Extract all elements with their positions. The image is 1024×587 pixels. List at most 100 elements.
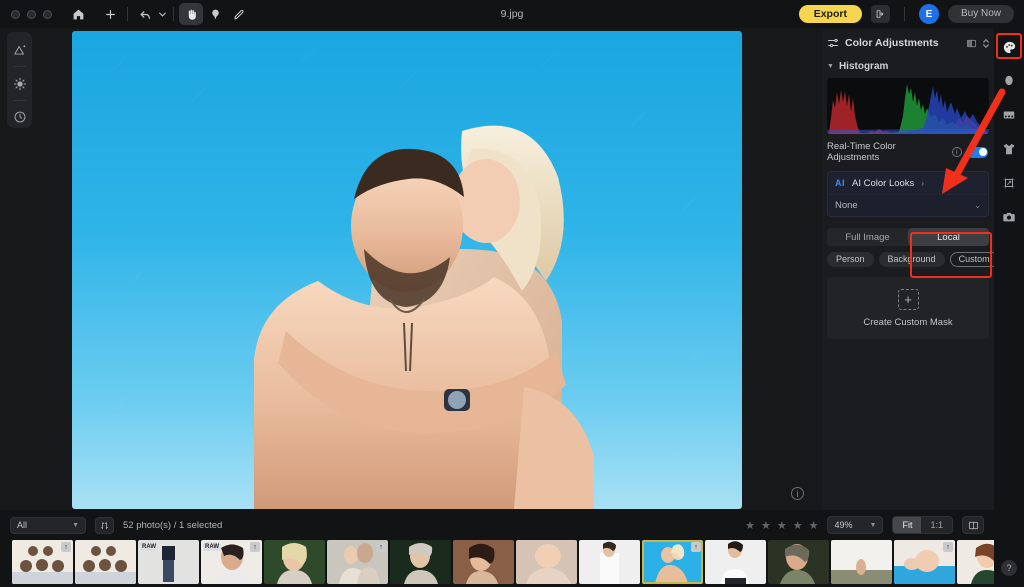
left-rail-divider-2	[13, 100, 26, 101]
history-icon[interactable]	[9, 107, 31, 128]
star-icon[interactable]: ★	[745, 519, 755, 532]
tab-local[interactable]: Local	[908, 228, 989, 246]
histogram-chart	[827, 78, 989, 134]
avatar[interactable]: E	[918, 4, 939, 24]
list-item[interactable]: ↑	[12, 540, 73, 584]
export-button[interactable]: Export	[798, 4, 862, 24]
list-item[interactable]: RAW ↑	[201, 540, 262, 584]
color-adjustments-panel: Color Adjustments ▼ Histogram Real-Time …	[822, 30, 999, 540]
fit-button[interactable]: Fit	[893, 517, 922, 533]
fit-mode-toggle: Fit 1:1	[892, 516, 953, 534]
star-icon[interactable]: ★	[793, 519, 803, 532]
sliders-icon	[827, 37, 839, 49]
zoom-select[interactable]: 49% ▼	[827, 516, 884, 534]
histogram-label: Histogram	[838, 60, 889, 72]
palette-icon[interactable]	[998, 36, 1020, 58]
hand-tool-icon[interactable]	[179, 3, 203, 25]
chevron-up-down-icon[interactable]	[982, 38, 990, 49]
portrait-face-icon[interactable]	[998, 70, 1020, 92]
list-item[interactable]	[768, 540, 829, 584]
star-rating[interactable]: ★ ★ ★ ★ ★	[745, 519, 818, 532]
crop-transform-icon[interactable]	[998, 172, 1020, 194]
bottom-bar-right: ★ ★ ★ ★ ★ 49% ▼ Fit 1:1	[745, 516, 984, 534]
realtime-toggle[interactable]	[966, 146, 988, 158]
list-item[interactable]	[264, 540, 325, 584]
list-item[interactable]	[705, 540, 766, 584]
photo-preview[interactable]	[72, 31, 742, 509]
toolbar-divider-3	[903, 7, 905, 21]
star-icon[interactable]: ★	[777, 519, 787, 532]
bottom-bar-controls: All ▼ 52 photo(s) / 1 selected ★ ★ ★ ★ ★…	[0, 510, 994, 540]
undo-icon[interactable]	[133, 3, 157, 25]
tab-full-image[interactable]: Full Image	[827, 228, 908, 246]
help-button[interactable]: ?	[1001, 560, 1017, 576]
split-compare-icon[interactable]	[966, 38, 977, 49]
one-to-one-button[interactable]: 1:1	[921, 517, 952, 533]
split-view-icon[interactable]	[962, 516, 984, 534]
chip-custom[interactable]: Custom	[949, 252, 999, 267]
realtime-label: Real-Time Color Adjustments	[827, 141, 896, 163]
star-icon[interactable]: ★	[761, 519, 771, 532]
maximize-button[interactable]	[43, 9, 52, 19]
ai-look-preset-select[interactable]: None ⌄	[828, 194, 988, 216]
list-item[interactable]: ↑	[327, 540, 388, 584]
filter-select[interactable]: All ▼	[10, 516, 86, 534]
sort-icon[interactable]	[95, 516, 114, 534]
left-rail-divider-1	[13, 66, 26, 67]
photo-count-label: 52 photo(s) / 1 selected	[123, 519, 223, 531]
raw-badge: RAW	[140, 542, 158, 551]
histogram-section-header[interactable]: ▼ Histogram	[822, 56, 994, 76]
brightness-icon[interactable]	[9, 73, 31, 94]
chevron-down-icon: ▼	[72, 521, 79, 529]
plus-icon[interactable]: +	[897, 288, 919, 310]
close-button[interactable]	[11, 9, 20, 19]
list-item[interactable]: ↑	[894, 540, 955, 584]
home-icon[interactable]	[66, 3, 90, 25]
ai-badge: AI	[835, 178, 845, 188]
adjust-icon[interactable]	[9, 39, 31, 60]
camera-icon[interactable]	[998, 206, 1020, 228]
plus-icon[interactable]	[98, 3, 122, 25]
list-item[interactable]: ↑	[642, 540, 703, 584]
raw-badge: RAW	[203, 542, 221, 551]
list-item[interactable]	[957, 540, 994, 584]
list-item[interactable]	[75, 540, 136, 584]
minimize-button[interactable]	[27, 9, 36, 19]
brush-tool-icon[interactable]	[227, 3, 251, 25]
scope-tabs: Full Image Local	[827, 228, 989, 246]
upload-badge: ↑	[376, 542, 386, 552]
zoom-value: 49%	[834, 520, 853, 530]
upload-badge: ↑	[943, 542, 953, 552]
film-strip-icon[interactable]	[998, 104, 1020, 126]
ai-color-looks-header[interactable]: AI AI Color Looks ›	[828, 172, 988, 194]
subject-figures	[254, 125, 594, 509]
filmstrip[interactable]: ↑ RAW RAW ↑ ↑ ↑ ↑	[0, 540, 994, 587]
chip-background[interactable]: Background	[878, 252, 945, 267]
window-controls[interactable]	[0, 9, 52, 19]
heal-tool-icon[interactable]	[203, 3, 227, 25]
list-item[interactable]	[579, 540, 640, 584]
list-item[interactable]	[516, 540, 577, 584]
list-item[interactable]	[390, 540, 451, 584]
right-module-rail: ?	[994, 28, 1024, 587]
create-custom-mask-area[interactable]: + Create Custom Mask	[827, 277, 989, 339]
list-item[interactable]	[453, 540, 514, 584]
upload-badge: ↑	[250, 542, 260, 552]
buy-now-button[interactable]: Buy Now	[947, 5, 1014, 23]
toolbar-divider-2	[173, 7, 174, 21]
info-icon[interactable]: i	[951, 147, 962, 157]
toolbar-divider	[127, 7, 128, 21]
star-icon[interactable]: ★	[809, 519, 819, 532]
list-item[interactable]: RAW	[138, 540, 199, 584]
left-tool-rail	[7, 32, 32, 128]
canvas-area: i	[40, 30, 818, 510]
chip-person[interactable]: Person	[827, 252, 874, 267]
list-item[interactable]	[831, 540, 892, 584]
share-icon[interactable]	[870, 5, 890, 23]
info-icon[interactable]: i	[791, 487, 804, 500]
realtime-adjustments-row: Real-Time Color Adjustments i	[822, 134, 994, 169]
upload-badge: ↑	[691, 542, 701, 552]
undo-chevron-down-icon[interactable]	[157, 3, 168, 25]
top-toolbar: 9.jpg Export E Buy Now	[0, 0, 1024, 28]
tshirt-icon[interactable]	[998, 138, 1020, 160]
